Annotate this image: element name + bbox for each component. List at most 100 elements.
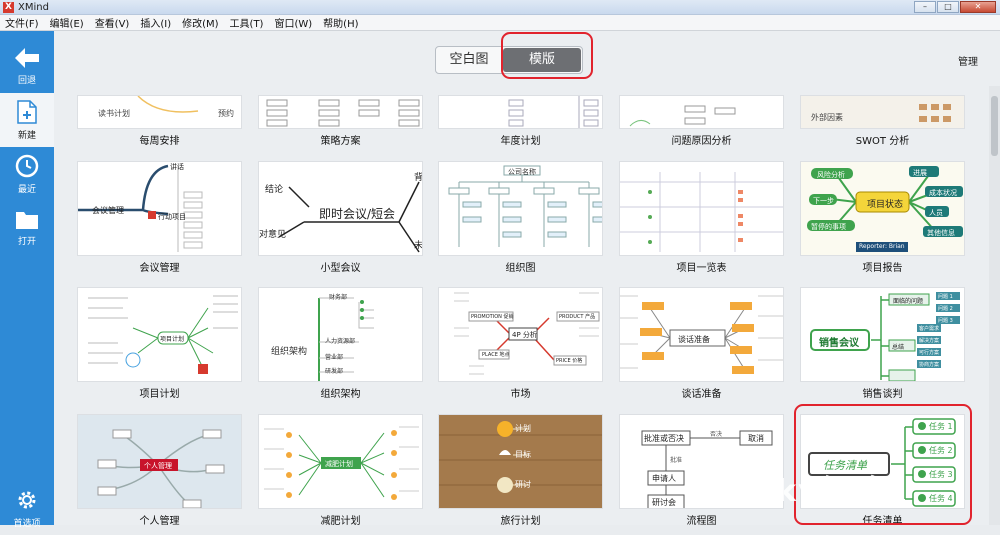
thumb-text: 4P 分析 (512, 331, 537, 339)
menu-help[interactable]: 帮助(H) (318, 15, 364, 30)
sidebar-item-label: 打开 (17, 236, 36, 247)
sidebar-item-back[interactable]: 回退 (0, 39, 54, 93)
menu-bar: 文件(F) 编辑(E) 查看(V) 插入(I) 修改(M) 工具(T) 窗口(W… (0, 15, 1000, 31)
sidebar-item-new[interactable]: 新建 (0, 93, 54, 147)
template-card[interactable]: 会议管理 讲话 行动项目 会议管理 (77, 161, 242, 274)
thumb-text: 总结 (892, 344, 905, 351)
template-thumbnail: 减肥计划 (258, 414, 423, 509)
template-label: 组织图 (505, 263, 536, 274)
sidebar-item-label: 最近 (17, 184, 36, 195)
template-label: 年度计划 (500, 136, 541, 147)
template-label: 每周安排 (139, 136, 180, 147)
minimize-button[interactable]: – (914, 1, 936, 13)
thumb-text: 问题 2 (938, 306, 953, 312)
template-card[interactable]: 计划 目标 研讨 旅行计划 (438, 414, 603, 525)
thumb-text: 结论 (265, 185, 284, 195)
template-label: SWOT 分析 (855, 136, 910, 147)
clock-icon (15, 154, 39, 177)
template-label: 小型会议 (320, 263, 361, 274)
scrollbar[interactable] (989, 86, 1000, 525)
template-card[interactable]: 策略方案 (258, 95, 423, 147)
template-card[interactable]: 项目一览表 (619, 161, 784, 274)
thumb-text: 销售会议 (819, 338, 859, 349)
template-thumbnail: 谈话准备 (619, 287, 784, 382)
thumb-text: PROMOTION 促销 (471, 314, 514, 320)
thumb-text: 成本状况 (929, 189, 957, 197)
template-label: 减肥计划 (320, 516, 361, 525)
thumb-text: 个人管理 (144, 462, 172, 470)
template-thumbnail: 会议管理 讲话 行动项目 (77, 161, 242, 256)
template-thumbnail: 组织架构 人力资源部 营业部 研发部 财务部 (258, 287, 423, 382)
thumb-text: 批准或否决 (644, 434, 684, 443)
maximize-button[interactable]: □ (937, 1, 959, 13)
thumb-text: 研讨会 (652, 498, 676, 507)
template-card[interactable]: 谈话准备 谈话准备 (619, 287, 784, 400)
template-thumbnail: 计划 目标 研讨 (438, 414, 603, 509)
sidebar-item-recent[interactable]: 最近 (0, 147, 54, 201)
thumb-text: 取消 (748, 434, 764, 443)
menu-insert[interactable]: 插入(I) (135, 15, 177, 30)
thumb-text: 客户需求 (919, 326, 940, 332)
template-card[interactable]: 减肥计划 减肥计划 (258, 414, 423, 525)
thumb-text: 计划 (515, 424, 531, 433)
thumb-text: 公司名称 (508, 168, 536, 176)
thumb-text: 会议管理 (92, 206, 124, 215)
thumb-text: 即时会议/短会 (319, 207, 396, 221)
template-card[interactable]: 年度计划 (438, 95, 603, 147)
template-card[interactable]: 问题原因分析 (619, 95, 784, 147)
thumb-text: PLACE 地点 (482, 352, 510, 358)
thumb-text: 背 (414, 173, 423, 183)
sidebar-item-preferences[interactable]: 首选项 (0, 481, 54, 535)
template-card[interactable]: 即时会议/短会 结论 对意见 背 未 小型会议 (258, 161, 423, 274)
template-thumbnail: 外部因素 (800, 95, 965, 129)
template-card[interactable]: 个人管理 个人管理 (77, 414, 242, 525)
tab-blank[interactable]: 空白图 (436, 47, 502, 73)
sidebar-item-label: 回退 (17, 75, 36, 86)
scrollbar-thumb[interactable] (991, 96, 998, 156)
menu-edit[interactable]: 编辑(E) (45, 15, 90, 30)
template-thumbnail: 项目状态 风险分析 下一步 暂停的事项 进展 成本状况 人员 其他信息 Repo… (800, 161, 965, 256)
template-card[interactable]: 读书计划 预约 每周安排 (77, 95, 242, 147)
template-card[interactable]: 项目状态 风险分析 下一步 暂停的事项 进展 成本状况 人员 其他信息 Repo… (800, 161, 965, 274)
thumb-text: 解决方案 (919, 338, 940, 344)
template-card[interactable]: 项目计划 项目计划 (77, 287, 242, 400)
thumb-text: 否决 (710, 431, 723, 438)
new-file-icon (17, 99, 37, 124)
highlight-template-tab (501, 32, 593, 79)
template-label: 个人管理 (139, 516, 180, 525)
thumb-text: 营业部 (325, 354, 344, 361)
thumb-text: 谈话准备 (678, 335, 710, 344)
thumb-text: 预约 (218, 109, 234, 118)
thumb-text: 问题 3 (938, 318, 953, 324)
template-card[interactable]: 组织架构 人力资源部 营业部 研发部 财务部 组织架构 (258, 287, 423, 400)
template-card[interactable]: 外部因素 SWOT 分析 (800, 95, 965, 147)
menu-view[interactable]: 查看(V) (90, 15, 136, 30)
close-button[interactable]: ✕ (960, 1, 996, 13)
thumb-text: 读书计划 (98, 109, 130, 118)
template-thumbnail: 即时会议/短会 结论 对意见 背 未 (258, 161, 423, 256)
template-thumbnail (438, 95, 603, 129)
template-label: 旅行计划 (500, 516, 541, 525)
thumb-text: 未 (414, 241, 423, 251)
thumb-text: 研发部 (325, 368, 344, 375)
template-label: 问题原因分析 (671, 136, 732, 147)
manage-link[interactable]: 管理 (958, 53, 978, 68)
template-label: 项目一览表 (676, 263, 727, 274)
menu-window[interactable]: 窗口(W) (269, 15, 318, 30)
menu-modify[interactable]: 修改(M) (177, 15, 224, 30)
template-thumbnail: 项目计划 (77, 287, 242, 382)
thumb-text: 目标 (515, 450, 531, 459)
sidebar-item-open[interactable]: 打开 (0, 201, 54, 255)
menu-file[interactable]: 文件(F) (0, 15, 45, 30)
template-gallery: 空白图 模版 管理 读书计划 预约 每周安排 策略方案 年度计划 问题原因分析 … (54, 31, 1000, 525)
template-label: 会议管理 (139, 263, 180, 274)
template-card[interactable]: 公司名称 组织图 (438, 161, 603, 274)
thumb-text: 下一步 (813, 197, 834, 205)
template-label: 策略方案 (320, 136, 361, 147)
menu-tools[interactable]: 工具(T) (225, 15, 270, 30)
template-card[interactable]: 销售会议 面临的问题 问题 1 问题 2 问题 3 客户需求 解决方案 可行方案… (800, 287, 965, 400)
thumb-text: 项目计划 (160, 336, 185, 343)
template-card[interactable]: 4P 分析 PROMOTION 促销 PRODUCT 产品 PLACE 地点 P… (438, 287, 603, 400)
thumb-text: 批准 (670, 457, 683, 464)
thumb-text: PRODUCT 产品 (559, 314, 596, 320)
